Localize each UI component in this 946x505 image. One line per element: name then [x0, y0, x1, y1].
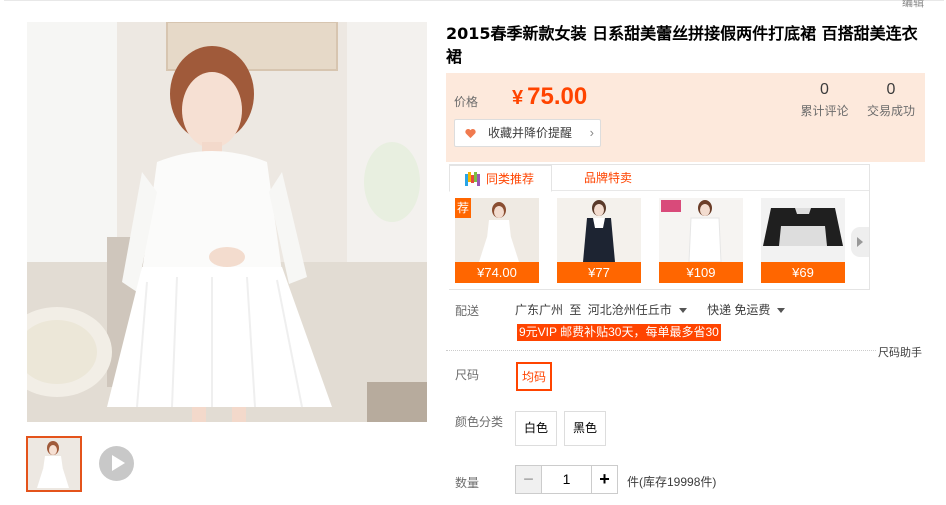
- recommended-item-image: [557, 198, 641, 262]
- price-label: 价格: [454, 95, 479, 109]
- chevron-right-icon: ›: [589, 125, 594, 140]
- recommended-item-image: [659, 198, 743, 262]
- quantity-label: 数量: [455, 476, 480, 490]
- tab-brand-label: 品牌特卖: [584, 171, 633, 185]
- top-divider: [4, 0, 944, 1]
- vip-promo-badge[interactable]: 9元VIP 邮费补贴30天，每单最多省30: [517, 324, 721, 341]
- chevron-down-icon: [678, 308, 687, 314]
- next-arrow-icon[interactable]: [851, 227, 869, 257]
- sales-stat[interactable]: 0 交易成功: [863, 81, 919, 119]
- ship-to-city: 河北沧州任丘市: [587, 303, 672, 317]
- reviews-label: 累计评论: [800, 104, 849, 118]
- recommended-item[interactable]: ¥77: [557, 198, 641, 283]
- increase-button[interactable]: +: [591, 465, 618, 494]
- quantity-stepper: − 1 +: [515, 465, 620, 494]
- size-option-selected[interactable]: 均码: [516, 362, 553, 391]
- heart-icon: [465, 128, 476, 139]
- favorite-button-label: 收藏并降价提醒: [488, 126, 573, 140]
- favorite-price-alert-button[interactable]: 收藏并降价提醒 ›: [454, 119, 601, 147]
- delivery-label: 配送: [455, 304, 480, 318]
- quantity-input[interactable]: 1: [541, 465, 592, 494]
- recommended-item[interactable]: 荐 ¥74.00: [455, 198, 539, 283]
- section-divider: [446, 350, 876, 351]
- product-thumbnail[interactable]: [26, 436, 82, 492]
- product-title: 2015春季新款女装 日系甜美蕾丝拼接假两件打底裙 百搭甜美连衣裙: [446, 24, 918, 66]
- recommendation-tabs: 同类推荐 品牌特卖: [449, 165, 869, 192]
- tab-brand-sale[interactable]: 品牌特卖: [584, 165, 632, 192]
- m-logo-icon: [465, 172, 480, 186]
- ship-to-selector[interactable]: 河北沧州任丘市: [588, 303, 701, 317]
- price-amount: 75.00: [527, 83, 588, 110]
- shipping-method-selector[interactable]: 快递 免运费: [707, 303, 799, 317]
- tab-similar-label: 同类推荐: [486, 172, 535, 186]
- recommended-item[interactable]: ¥109: [659, 198, 743, 283]
- decrease-button[interactable]: −: [515, 465, 542, 494]
- recommend-badge: 荐: [455, 198, 471, 218]
- ship-from: 广东广州: [515, 303, 564, 317]
- recommended-item-price: ¥69: [761, 262, 845, 283]
- size-helper-link[interactable]: 尺码助手: [878, 344, 922, 360]
- reviews-stat[interactable]: 0 累计评论: [797, 81, 852, 119]
- recommendation-panel: 同类推荐 品牌特卖 荐 ¥74.00 ¥77 ¥109 ¥69: [449, 164, 870, 290]
- color-option-white[interactable]: 白色: [515, 411, 558, 446]
- recommended-item-price: ¥74.00: [455, 262, 539, 283]
- sales-count: 0: [886, 81, 896, 98]
- shipping-method: 快递 免运费: [707, 303, 771, 317]
- play-video-icon[interactable]: [99, 446, 134, 481]
- ship-to-word: 至: [569, 303, 582, 317]
- edit-link[interactable]: 编辑: [902, 0, 924, 10]
- chevron-down-icon: [777, 308, 786, 314]
- recommended-item[interactable]: ¥69: [761, 198, 845, 283]
- size-label: 尺码: [455, 368, 480, 382]
- color-label: 颜色分类: [455, 415, 504, 429]
- currency-symbol: ¥: [512, 87, 524, 109]
- stock-text: 件(库存19998件): [627, 475, 717, 489]
- delivery-info: 广东广州 至 河北沧州任丘市 快递 免运费: [515, 301, 802, 318]
- reviews-count: 0: [820, 81, 829, 98]
- recommended-item-price: ¥109: [659, 262, 743, 283]
- color-option-black[interactable]: 黑色: [564, 411, 607, 446]
- sales-label: 交易成功: [866, 104, 915, 118]
- price-panel: 价格 ¥75.00 0 累计评论 0 交易成功 收藏并降价提醒 ›: [446, 73, 925, 162]
- tab-similar[interactable]: 同类推荐: [449, 165, 552, 192]
- recommended-item-image: [761, 198, 845, 262]
- price-value: ¥75.00: [512, 83, 587, 111]
- main-product-image[interactable]: [27, 22, 427, 422]
- recommended-item-price: ¥77: [557, 262, 641, 283]
